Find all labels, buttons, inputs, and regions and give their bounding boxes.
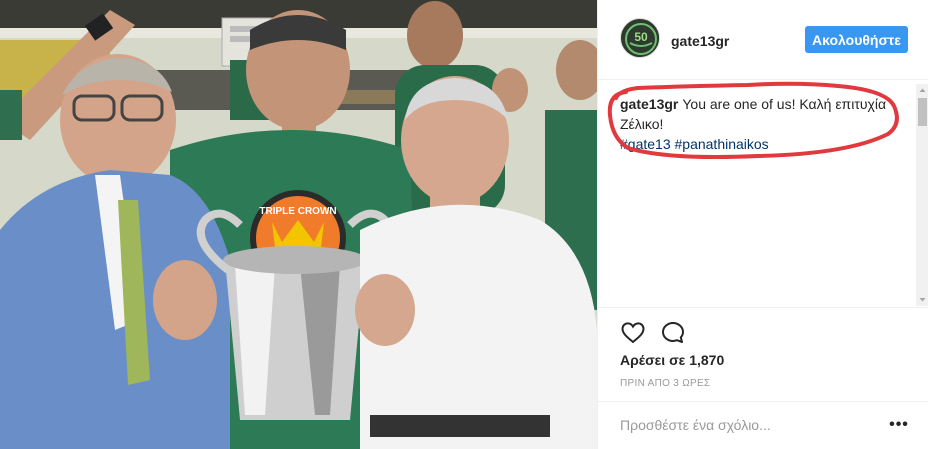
post-timestamp[interactable]: ΠΡΙΝ ΑΠΟ 3 ΩΡΕΣ <box>620 378 710 389</box>
scroll-down-arrow[interactable] <box>916 293 928 306</box>
scroll-up-arrow[interactable] <box>916 84 928 97</box>
follow-button[interactable]: Ακολουθήστε <box>805 26 908 53</box>
caption-author[interactable]: gate13gr <box>620 96 678 112</box>
hashtag-link[interactable]: #gate13 <box>620 136 671 152</box>
like-button[interactable] <box>620 320 646 346</box>
avatar-text: 50 <box>634 30 648 44</box>
comment-button[interactable] <box>660 320 686 346</box>
comment-input[interactable] <box>620 414 870 436</box>
comments-area: gate13gr You are one of us! Καλή επιτυχία… <box>598 80 928 307</box>
post-photo-illustration: TRIPLE CROWN 2007 <box>0 0 597 449</box>
triangle-up-icon <box>919 88 926 92</box>
comment-icon <box>662 322 684 343</box>
triangle-down-icon <box>919 298 926 302</box>
post-actions: Αρέσει σε 1,870 ΠΡΙΝ ΑΠΟ 3 ΩΡΕΣ <box>598 307 928 411</box>
more-options-icon[interactable]: ••• <box>888 416 910 434</box>
badge-text: TRIPLE CROWN <box>259 206 336 217</box>
post-header: 50 gate13gr Ακολουθήστε <box>598 0 928 80</box>
profile-username[interactable]: gate13gr <box>671 33 729 49</box>
post-side-panel: 50 gate13gr Ακολουθήστε gate13gr You are … <box>597 0 928 449</box>
team-logo-icon: 50 <box>622 20 659 57</box>
post-caption: gate13gr You are one of us! Καλή επιτυχία… <box>620 94 890 154</box>
heart-icon <box>621 322 645 344</box>
hashtag-link[interactable]: #panathinaikos <box>675 136 769 152</box>
add-comment-section: ••• <box>598 401 928 449</box>
post-image: TRIPLE CROWN 2007 <box>0 0 597 449</box>
likes-count[interactable]: Αρέσει σε 1,870 <box>620 352 724 368</box>
profile-avatar[interactable]: 50 <box>620 18 660 58</box>
comments-scrollbar[interactable] <box>916 84 928 306</box>
scroll-thumb[interactable] <box>918 98 927 126</box>
